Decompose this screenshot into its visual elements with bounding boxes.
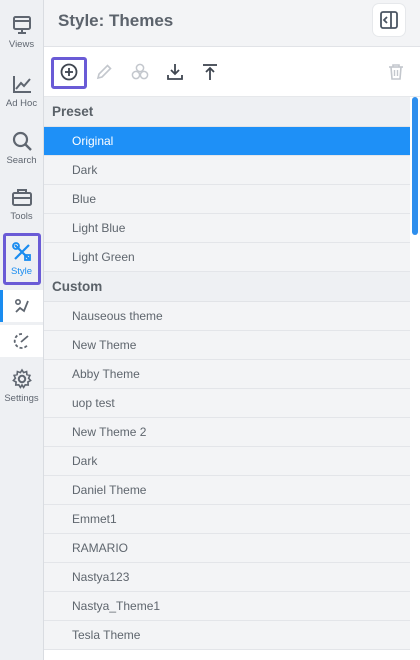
duplicate-theme-button[interactable] xyxy=(129,61,151,83)
search-icon xyxy=(12,131,32,151)
theme-item[interactable]: Nastya123 xyxy=(44,563,410,592)
rail-views[interactable]: Views xyxy=(0,14,43,50)
add-icon xyxy=(60,63,78,81)
theme-item[interactable]: Blue xyxy=(44,185,410,214)
rail-search-label: Search xyxy=(6,155,37,166)
rail-sub-themes[interactable] xyxy=(0,290,43,322)
group-header-custom: Custom xyxy=(44,272,410,302)
theme-item[interactable]: New Theme xyxy=(44,331,410,360)
left-rail: Views Ad Hoc Search Tools Style Settings xyxy=(0,0,44,660)
themes-toolbar xyxy=(44,47,420,97)
collapse-panel-button[interactable] xyxy=(373,4,405,36)
rail-search[interactable]: Search xyxy=(0,130,43,166)
list-scrollbar[interactable] xyxy=(410,97,420,660)
theme-item[interactable]: New Theme 2 xyxy=(44,418,410,447)
export-theme-button[interactable] xyxy=(199,61,221,83)
toolbox-icon xyxy=(11,189,32,206)
panel-header: Style: Themes xyxy=(44,0,420,47)
chart-line-icon xyxy=(12,76,31,93)
rail-adhoc-label: Ad Hoc xyxy=(5,98,38,109)
theme-item[interactable]: Abby Theme xyxy=(44,360,410,389)
rail-settings-label: Settings xyxy=(4,393,39,404)
download-icon xyxy=(167,64,183,80)
group-header-preset: Preset xyxy=(44,97,410,127)
rail-tools-label: Tools xyxy=(10,211,33,222)
theme-item[interactable]: Nastya_Theme1 xyxy=(44,592,410,621)
theme-item[interactable]: RAMARIO xyxy=(44,534,410,563)
theme-item[interactable]: Dark xyxy=(44,156,410,185)
trash-icon xyxy=(389,64,403,80)
theme-item[interactable]: uop test xyxy=(44,389,410,418)
rail-style[interactable]: Style xyxy=(0,241,43,277)
theme-item[interactable]: Dark xyxy=(44,447,410,476)
themes-panel: Style: Themes Preset Original Dark Blue … xyxy=(44,0,420,660)
theme-item[interactable]: Nauseous theme xyxy=(44,302,410,331)
themes-list: Preset Original Dark Blue Light Blue Lig… xyxy=(44,97,410,660)
theme-item[interactable]: Light Green xyxy=(44,243,410,272)
rail-sub-palette[interactable] xyxy=(0,325,43,357)
rail-adhoc[interactable]: Ad Hoc xyxy=(0,73,43,109)
edit-theme-button[interactable] xyxy=(93,61,115,83)
rail-settings[interactable]: Settings xyxy=(0,368,43,404)
theme-item[interactable]: Original xyxy=(44,127,410,156)
pencil-icon xyxy=(96,64,112,80)
palette-icon xyxy=(131,63,149,80)
palette-brush-icon xyxy=(13,333,29,349)
rail-style-label: Style xyxy=(10,266,33,277)
theme-item[interactable]: Light Blue xyxy=(44,214,410,243)
scrollbar-thumb[interactable] xyxy=(412,97,418,235)
rail-views-label: Views xyxy=(8,39,35,50)
page-title: Style: Themes xyxy=(58,11,174,30)
rail-tools[interactable]: Tools xyxy=(0,186,43,222)
add-theme-button[interactable] xyxy=(58,61,80,83)
delete-theme-button[interactable] xyxy=(385,61,407,83)
gear-icon xyxy=(11,368,32,389)
theme-item[interactable]: Tesla Theme xyxy=(44,621,410,650)
theme-item[interactable]: Emmet1 xyxy=(44,505,410,534)
import-theme-button[interactable] xyxy=(164,61,186,83)
collapse-panel-icon xyxy=(380,11,398,29)
style-tools-icon xyxy=(11,242,31,261)
brush-icon xyxy=(14,298,29,313)
upload-icon xyxy=(203,64,217,80)
views-icon xyxy=(12,16,31,34)
theme-item[interactable]: Daniel Theme xyxy=(44,476,410,505)
